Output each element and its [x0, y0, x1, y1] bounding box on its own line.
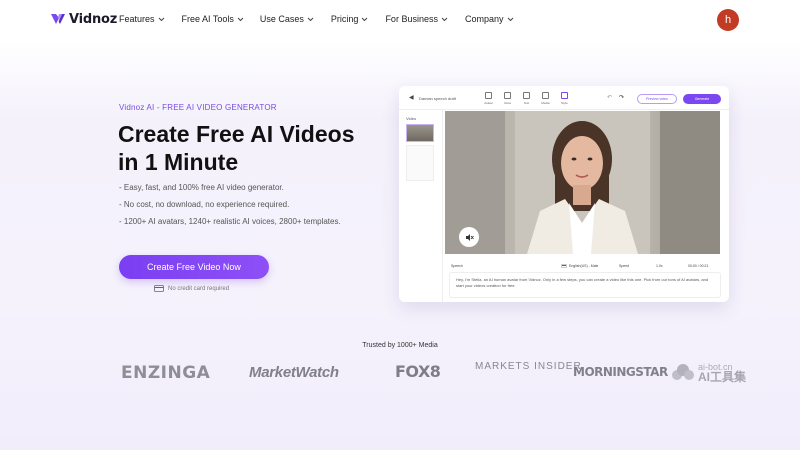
- editor-toolbar: ◀ Damian speech draft Avatar Voice Text …: [399, 86, 729, 110]
- nav-item-label: Company: [464, 14, 504, 24]
- ai-bot-icon: [672, 364, 694, 380]
- nav-item-use-cases[interactable]: Use Cases: [260, 14, 314, 24]
- media-icon: [542, 92, 549, 99]
- headline-line: in 1 Minute: [118, 149, 239, 175]
- markets-insider-logo: MARKETS INSIDER: [475, 361, 582, 372]
- brand-name: Vidnoz: [69, 11, 118, 27]
- bullet-item: - No cost, no download, no experience re…: [119, 200, 290, 209]
- brand-logo[interactable]: Vidnoz: [50, 11, 117, 27]
- nav-item-label: For Business: [385, 14, 438, 24]
- bullet-item: - Easy, fast, and 100% free AI video gen…: [119, 183, 284, 192]
- generate-button[interactable]: Generate: [683, 94, 721, 104]
- tool-voice[interactable]: Voice: [498, 92, 517, 105]
- fox8-logo: FOX8: [395, 362, 441, 381]
- undo-icon[interactable]: ↶: [607, 94, 612, 101]
- hero-bullets: - Easy, fast, and 100% free AI video gen…: [119, 183, 341, 234]
- credit-card-icon: [154, 285, 164, 292]
- script-textarea[interactable]: Hey, I'm Stella, an AI human avatar from…: [449, 272, 721, 298]
- chevron-down-icon: [237, 17, 244, 21]
- tool-text[interactable]: Text: [517, 92, 536, 105]
- speech-panel: Speech English(US) - Male Speed 1.0x 00:…: [445, 256, 725, 302]
- media-logos: ENZINGA MarketWatch FOX8 MARKETS INSIDER…: [0, 356, 800, 396]
- nav-item-label: Use Cases: [259, 14, 304, 24]
- speech-label: Speech: [451, 264, 463, 268]
- avatar-icon: [485, 92, 492, 99]
- speech-controls: Speech English(US) - Male Speed 1.0x 00:…: [451, 262, 719, 270]
- redo-icon[interactable]: ↷: [619, 94, 624, 101]
- tool-avatar[interactable]: Avatar: [479, 92, 498, 105]
- nav-item-free-ai-tools[interactable]: Free AI Tools: [182, 14, 244, 24]
- nav-item-features[interactable]: Features: [119, 14, 165, 24]
- tool-label: Style: [561, 101, 568, 105]
- vidnoz-logo-icon: [51, 14, 65, 24]
- preview-video-button[interactable]: Preview video: [637, 94, 677, 104]
- tool-style[interactable]: Style: [555, 92, 574, 105]
- speed-label: Speed: [619, 264, 630, 268]
- no-credit-card-text: No credit card required: [168, 285, 230, 292]
- nav-item-label: Features: [119, 14, 155, 24]
- benzinga-logo: ENZINGA: [121, 363, 211, 383]
- chevron-down-icon: [441, 17, 448, 21]
- chevron-down-icon: [362, 17, 368, 21]
- morningstar-logo: MORNINGSTAR: [573, 365, 668, 379]
- style-icon: [561, 92, 568, 99]
- voice-selector[interactable]: English(US) - Male: [561, 264, 598, 268]
- avatar-video-canvas[interactable]: [445, 111, 720, 254]
- create-free-video-button[interactable]: Create Free Video Now: [119, 255, 269, 279]
- nav-item-pricing[interactable]: Pricing: [331, 14, 369, 24]
- nav-item-company[interactable]: Company: [465, 14, 514, 24]
- voice-label: English(US) - Male: [569, 264, 599, 268]
- tool-label: Media: [541, 101, 550, 105]
- hero-eyebrow: Vidnoz AI - FREE AI VIDEO GENERATOR: [119, 103, 277, 112]
- voice-icon: [504, 92, 511, 99]
- nav-item-label: Free AI Tools: [181, 14, 234, 24]
- nav-item-for-business[interactable]: For Business: [385, 14, 448, 24]
- chevron-down-icon: [307, 17, 314, 21]
- headline-line: Create Free AI Videos: [118, 121, 355, 147]
- trusted-heading: Trusted by 1000+ Media: [362, 342, 438, 349]
- ai-bot-text: ai-bot.cn AI工具集: [698, 362, 747, 384]
- us-flag-icon: [561, 264, 567, 268]
- tool-label: Text: [523, 101, 530, 105]
- text-icon: [523, 92, 530, 99]
- speed-rate[interactable]: 1.0x: [656, 264, 663, 268]
- tool-label: Voice: [503, 101, 512, 105]
- tool-media[interactable]: Media: [536, 92, 555, 105]
- video-editor-preview: ◀ Damian speech draft Avatar Voice Text …: [399, 86, 729, 302]
- project-name[interactable]: Damian speech draft: [419, 96, 456, 101]
- ai-bot-logo: ai-bot.cn AI工具集: [671, 362, 747, 384]
- user-avatar[interactable]: h: [717, 9, 739, 31]
- playback-time: 00:00 / 00:21: [688, 264, 709, 268]
- top-navbar: Vidnoz Features Free AI Tools Use Cases …: [0, 0, 800, 40]
- tool-label: Avatar: [484, 101, 493, 105]
- scene-sidebar: Video: [399, 110, 443, 302]
- back-arrow-icon[interactable]: ◀: [409, 94, 414, 101]
- sidebar-label: Video: [406, 116, 417, 121]
- nav-item-label: Pricing: [330, 14, 359, 24]
- editor-tools: Avatar Voice Text Media Style: [479, 92, 574, 105]
- scene-thumbnail[interactable]: [406, 124, 434, 142]
- chevron-down-icon: [507, 17, 513, 21]
- hero-headline: Create Free AI Videos in 1 Minute: [118, 120, 355, 176]
- speaker-mute-icon: [465, 233, 474, 241]
- chevron-down-icon: [158, 17, 164, 21]
- marketwatch-logo: MarketWatch: [249, 364, 339, 381]
- main-menu: Features Free AI Tools Use Cases Pricing…: [119, 14, 514, 24]
- mute-toggle[interactable]: [459, 227, 479, 247]
- add-scene-slot[interactable]: [406, 145, 434, 181]
- bullet-item: - 1200+ AI avatars, 1240+ realistic AI v…: [119, 217, 341, 226]
- avatar-presenter-image: [445, 111, 720, 254]
- no-credit-card-note: No credit card required: [154, 285, 229, 292]
- ai-bot-title: AI工具集: [698, 370, 747, 384]
